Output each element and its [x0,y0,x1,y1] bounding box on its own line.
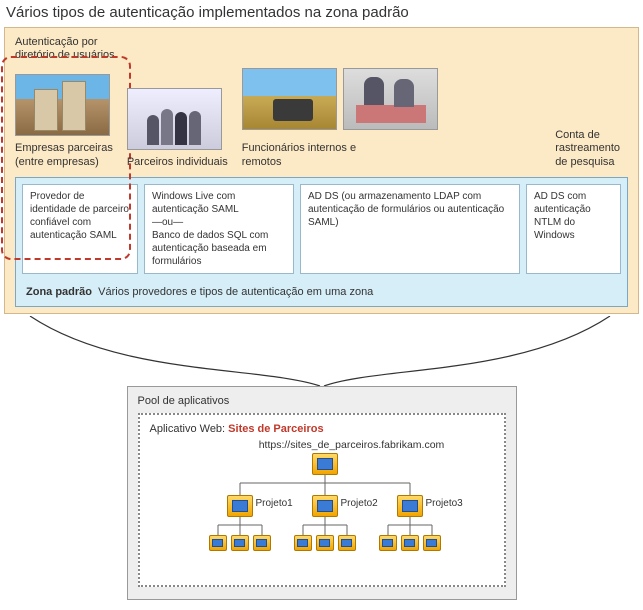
partner-label: Empresas parceiras (entre empresas) [15,142,113,168]
site-leaf-icon [316,535,334,551]
app-pool-panel: Pool de aplicativos Aplicativo Web: Site… [127,386,517,600]
site-leaf-icon [401,535,419,551]
zone-footer: Zona padrão Vários provedores e tipos de… [22,284,621,298]
auth-box: Windows Live com autenticação SAML —ou— … [144,184,294,274]
site-project-icon [227,495,253,517]
webapp-box: Aplicativo Web: Sites de Parceiros https… [138,413,506,587]
site-url: https://sites_de_parceiros.fabrikam.com [210,439,494,451]
site-project-icon [397,495,423,517]
app-pool-title: Pool de aplicativos [138,395,506,407]
site-leaf-icon [423,535,441,551]
diagram-root: Vários tipos de autenticação implementad… [0,0,643,600]
zone-inner-panel: Provedor de identidade de parceiro confi… [15,177,628,307]
auth-box: AD DS (ou armazenamento LDAP com autenti… [300,184,520,274]
site-leaf-icon [231,535,249,551]
partner-col-employees: Funcionários internos e remotos [242,68,438,168]
webapp-name: Sites de Parceiros [228,423,323,435]
site-leaf-icon [253,535,271,551]
partner-label: Conta de rastreamento de pesquisa [555,129,620,169]
zone-footer-bold: Zona padrão [26,286,92,298]
project-label: Projeto1 [254,497,295,510]
auth-directory-header: Autenticação por diretório de usuários [15,36,628,62]
project-label: Projeto3 [424,497,465,510]
auth-box-row: Provedor de identidade de parceiro confi… [22,184,621,274]
webapp-label: Aplicativo Web: [150,423,226,435]
partner-image-desk [343,68,438,130]
site-leaf-icon [294,535,312,551]
auth-box: Provedor de identidade de parceiro confi… [22,184,138,274]
webapp-title: Aplicativo Web: Sites de Parceiros [150,423,494,435]
partner-label: Funcionários internos e remotos [242,142,362,168]
partner-row: Empresas parceiras (entre empresas) Parc… [15,68,628,168]
partner-col-individuals: Parceiros individuais [127,88,228,169]
site-project-icon [312,495,338,517]
partner-col-companies: Empresas parceiras (entre empresas) [15,74,113,168]
site-leaf-icon [338,535,356,551]
project-label: Projeto2 [339,497,380,510]
diagram-title: Vários tipos de autenticação implementad… [0,0,643,25]
partner-image-field [242,68,337,130]
site-leaf-icon [379,535,397,551]
auth-box: AD DS com autenticação NTLM do Windows [526,184,621,274]
connector-lines [0,316,643,386]
partner-label: Parceiros individuais [127,156,228,169]
zone-footer-text: Vários provedores e tipos de autenticaçã… [98,286,373,298]
default-zone-panel: Autenticação por diretório de usuários E… [4,27,639,314]
site-root-icon [312,453,338,475]
partner-col-search-crawl: Conta de rastreamento de pesquisa [555,129,628,169]
site-leaf-icon [209,535,227,551]
site-tree: https://sites_de_parceiros.fabrikam.com [150,439,494,573]
partner-image-group [127,88,222,150]
partner-image-buildings [15,74,110,136]
